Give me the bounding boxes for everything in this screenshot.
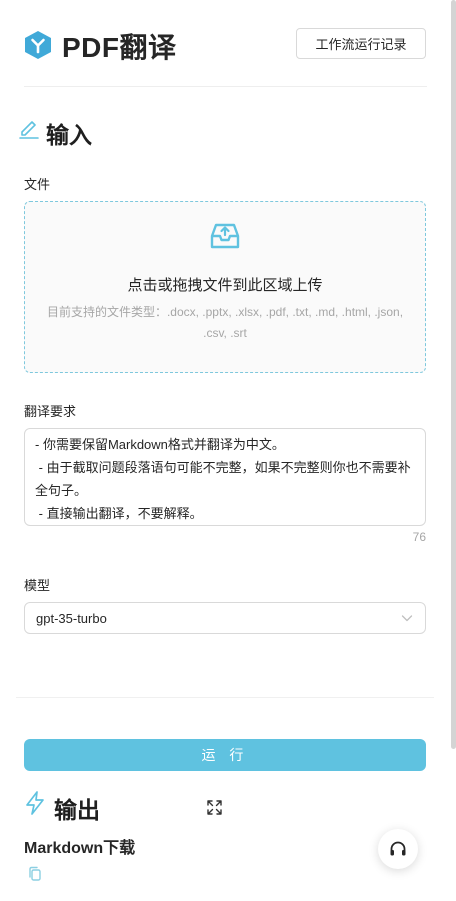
header-divider [24, 86, 427, 87]
output-section-title: 输出 [54, 797, 100, 823]
customer-support-button[interactable] [378, 829, 418, 869]
scrollbar-thumb[interactable] [451, 0, 456, 749]
inbox-upload-icon [210, 223, 240, 249]
input-section-title: 输入 [46, 122, 92, 148]
section-divider [16, 697, 434, 698]
copy-icon[interactable] [27, 866, 43, 882]
model-selected-value: gpt-35-turbo [36, 610, 107, 626]
translation-requirements-label: 翻译要求 [24, 404, 77, 419]
file-upload-dropzone[interactable]: 点击或拖拽文件到此区域上传 目前支持的文件类型：.docx, .pptx, .x… [24, 201, 426, 373]
app-logo-icon [25, 31, 51, 59]
character-counter: 76 [412, 530, 426, 544]
markdown-download-label: Markdown下载 [24, 840, 136, 857]
translation-requirements-textarea[interactable]: - 你需要保留Markdown格式并翻译为中文。 - 由于截取问题段落语句可能不… [24, 428, 426, 526]
lightning-icon [26, 791, 44, 815]
chevron-down-icon [401, 615, 413, 622]
file-label: 文件 [24, 177, 51, 192]
edit-icon [19, 121, 39, 139]
run-button[interactable]: 运 行 [24, 739, 426, 771]
app-title: PDF翻译 [62, 32, 177, 63]
upload-supported-types: 目前支持的文件类型：.docx, .pptx, .xlsx, .pdf, .tx… [46, 305, 404, 340]
model-select[interactable]: gpt-35-turbo [24, 602, 426, 634]
fullscreen-icon[interactable] [207, 800, 222, 815]
upload-instruction: 点击或拖拽文件到此区域上传 [127, 277, 323, 294]
workflow-history-button[interactable]: 工作流运行记录 [296, 28, 426, 59]
headphones-icon [390, 841, 406, 856]
model-label: 模型 [24, 578, 51, 593]
